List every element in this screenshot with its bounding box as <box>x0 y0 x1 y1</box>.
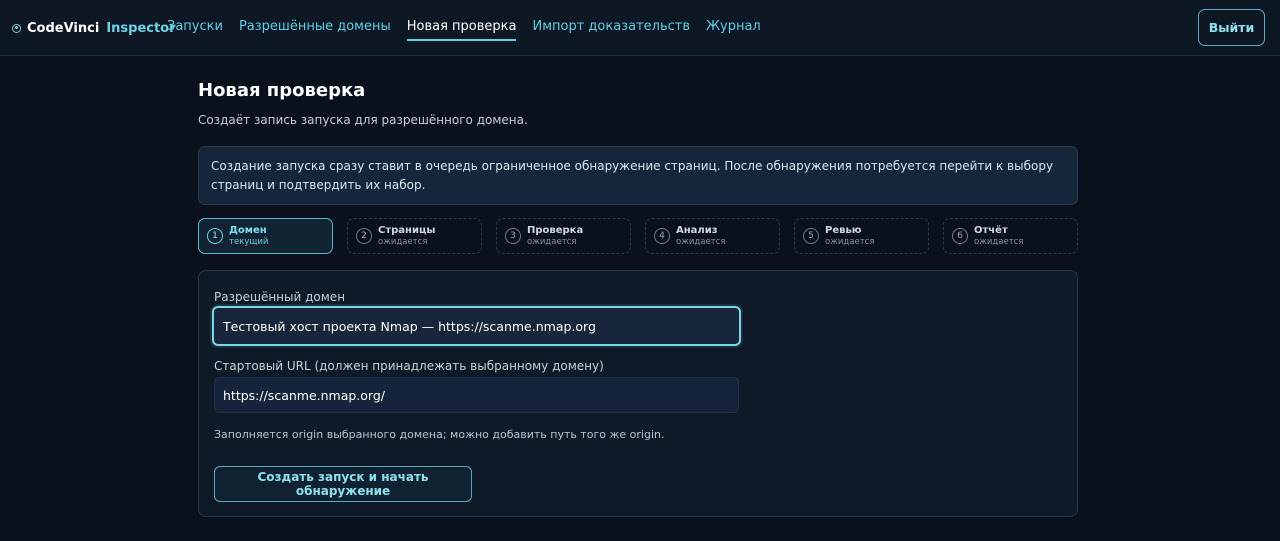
step-number-icon: 4 <box>654 228 670 244</box>
step-number-icon: 1 <box>207 228 223 244</box>
start-url-value: https://scanme.nmap.org/ <box>223 387 385 403</box>
step-number-icon: 3 <box>505 228 521 244</box>
step-status: ожидается <box>825 236 875 247</box>
target-dot-icon <box>12 23 21 33</box>
main-nav: Запуски Разрешённые домены Новая проверк… <box>167 18 761 41</box>
step-status: ожидается <box>378 236 428 247</box>
brand-suffix: Inspector <box>106 20 176 36</box>
top-bar: CodeVinci Inspector Запуски Разрешённые … <box>0 0 1280 56</box>
brand-name: CodeVinci <box>27 20 100 36</box>
step-status: ожидается <box>974 236 1024 247</box>
nav-new-check[interactable]: Новая проверка <box>406 18 517 41</box>
page-title: Новая проверка <box>198 80 366 101</box>
start-url-input[interactable]: https://scanme.nmap.org/ <box>214 377 739 413</box>
allowed-domain-select[interactable]: Тестовый хост проекта Nmap — https://sca… <box>212 306 741 346</box>
nav-allowed-domains[interactable]: Разрешённые домены <box>239 18 391 41</box>
step-status: ожидается <box>676 236 726 247</box>
step-title: Анализ <box>676 224 718 236</box>
brand-logo[interactable]: CodeVinci Inspector <box>12 19 176 37</box>
step-number-icon: 5 <box>803 228 819 244</box>
domain-label: Разрешённый домен <box>214 290 346 304</box>
domain-selected-value: Тестовый хост проекта Nmap — https://sca… <box>223 318 596 334</box>
step-number-icon: 2 <box>356 228 372 244</box>
step-title: Проверка <box>527 224 584 236</box>
step-report: 6 Отчёт ожидается <box>943 218 1078 254</box>
page-subtitle: Создаёт запись запуска для разрешённого … <box>198 113 528 127</box>
info-notice: Создание запуска сразу ставит в очередь … <box>198 146 1078 205</box>
step-status: ожидается <box>527 236 577 247</box>
step-title: Отчёт <box>974 224 1008 236</box>
step-number-icon: 6 <box>952 228 968 244</box>
step-status: текущий <box>229 236 269 247</box>
step-title: Домен <box>229 224 267 236</box>
step-check: 3 Проверка ожидается <box>496 218 631 254</box>
step-pages: 2 Страницы ожидается <box>347 218 482 254</box>
wizard-stepper: 1 Домен текущий 2 Страницы ожидается 3 П… <box>198 218 1078 254</box>
new-run-form: Разрешённый домен Тестовый хост проекта … <box>198 270 1078 517</box>
nav-evidence-import[interactable]: Импорт доказательств <box>532 18 690 41</box>
step-analysis: 4 Анализ ожидается <box>645 218 780 254</box>
nav-journal[interactable]: Журнал <box>706 18 761 41</box>
step-title: Ревью <box>825 224 862 236</box>
logout-button[interactable]: Выйти <box>1198 9 1265 46</box>
create-run-button[interactable]: Создать запуск и начать обнаружение <box>214 466 472 502</box>
start-url-label: Стартовый URL (должен принадлежать выбра… <box>214 359 604 373</box>
step-domain[interactable]: 1 Домен текущий <box>198 218 333 254</box>
step-title: Страницы <box>378 224 436 236</box>
start-url-hint: Заполняется origin выбранного домена; мо… <box>214 428 665 441</box>
nav-runs[interactable]: Запуски <box>167 18 223 41</box>
step-review: 5 Ревью ожидается <box>794 218 929 254</box>
